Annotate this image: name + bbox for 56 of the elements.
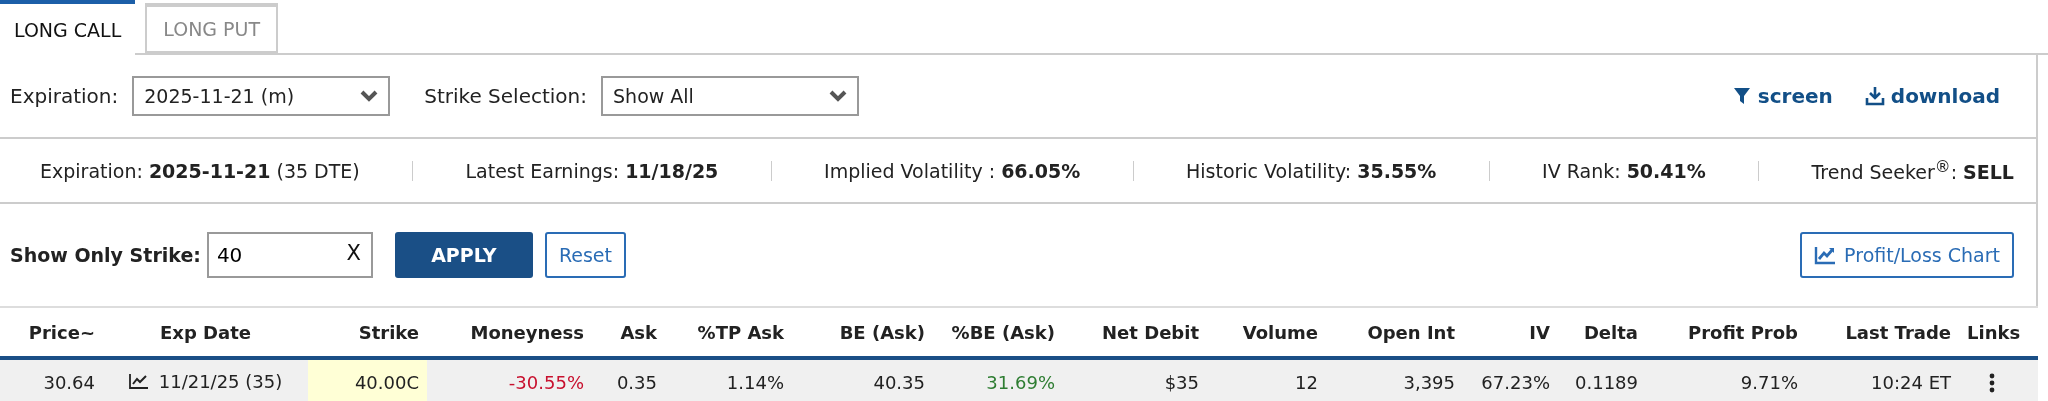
tab[interactable]: LONG CALL	[0, 0, 136, 55]
dropdown[interactable]: 2025-11-21 (m)	[132, 76, 391, 116]
apply-button[interactable]: APPLY	[394, 232, 533, 278]
stat-text: Implied Volatility : 66.05%	[824, 159, 1081, 182]
column-header[interactable]: %BE (Ask)	[933, 307, 1063, 358]
field-label: Show Only Strike:	[10, 244, 201, 266]
table-cell: 31.69%	[933, 358, 1063, 401]
chevron-icon	[360, 90, 379, 102]
column-header[interactable]: IV	[1463, 307, 1558, 358]
table-cell: 10:24 ET	[1806, 358, 1959, 401]
table-cell: 67.23%	[1463, 358, 1558, 401]
column-header[interactable]: Open Int	[1326, 307, 1463, 358]
column-header[interactable]: Moneyness	[427, 307, 592, 358]
column-header[interactable]: Volume	[1207, 307, 1326, 358]
column-header[interactable]: Delta	[1558, 307, 1646, 358]
chevron-icon	[829, 90, 848, 102]
dropdown[interactable]: Show All	[601, 76, 860, 116]
line-chart-icon	[1814, 245, 1837, 265]
column-header[interactable]: %TP Ask	[665, 307, 792, 358]
download-link[interactable]: download	[1864, 84, 2000, 108]
table-cell: 40.35	[792, 358, 933, 401]
reset-button[interactable]: Reset	[544, 232, 626, 278]
column-header[interactable]: Links	[1959, 307, 2038, 358]
column-header[interactable]: Exp Date	[103, 307, 308, 358]
table-cell: 0.1189	[1558, 358, 1646, 401]
table-cell: $35	[1063, 358, 1207, 401]
screen-link[interactable]: screen	[1731, 84, 1833, 108]
stat-text: Trend Seeker$^{®}$: SELL	[1811, 157, 2014, 184]
column-header[interactable]: Profit Prob	[1646, 307, 1806, 358]
column-header[interactable]: Ask	[592, 307, 665, 358]
table-cell: 0.35	[592, 358, 665, 401]
stat-text: Latest Earnings: 11/18/25	[465, 159, 719, 182]
stat-text: IV Rank: 50.41%	[1542, 159, 1706, 182]
profit-loss-chart-button[interactable]: Profit/Loss Chart	[1800, 232, 2014, 278]
column-header[interactable]: BE (Ask)	[792, 307, 933, 358]
filter-icon	[1731, 86, 1752, 106]
stat-text: Historic Volatility: 35.55%	[1186, 159, 1437, 182]
column-header[interactable]: Last Trade	[1806, 307, 1959, 358]
field-label: Expiration:	[10, 84, 119, 108]
table-cell: 1.14%	[665, 358, 792, 401]
download-icon	[1864, 86, 1885, 106]
table-cell: -30.55%	[427, 358, 592, 401]
stat-text: Expiration: 2025-11-21 (35 DTE)	[40, 159, 360, 182]
tab[interactable]: LONG PUT	[145, 3, 279, 53]
table-cell: 12	[1207, 358, 1326, 401]
table-cell: 30.64	[0, 358, 103, 401]
table-cell: 9.71%	[1646, 358, 1806, 401]
table-cell: 11/21/25 (35)	[158, 370, 283, 392]
more-icon	[1989, 373, 1995, 393]
column-header[interactable]: Price~	[0, 307, 103, 358]
table-cell: 40.00C	[308, 358, 427, 401]
table-cell: 3,395	[1326, 358, 1463, 401]
clear-button[interactable]: X	[344, 241, 363, 265]
field-label: Strike Selection:	[424, 84, 588, 108]
column-header[interactable]: Strike	[308, 307, 427, 358]
column-header[interactable]: Net Debit	[1063, 307, 1207, 358]
